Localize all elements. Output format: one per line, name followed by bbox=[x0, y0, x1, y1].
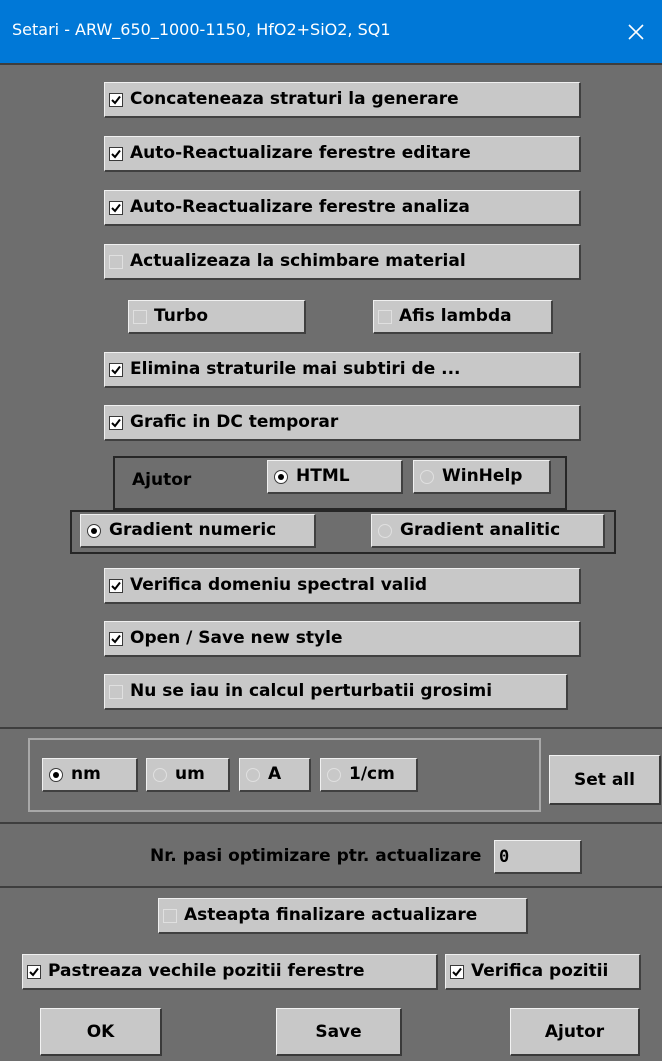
radio-circle bbox=[153, 767, 167, 782]
close-button[interactable] bbox=[610, 0, 662, 63]
checkbox-box bbox=[109, 684, 123, 699]
turbo-checkbox[interactable]: Turbo bbox=[128, 300, 306, 334]
verifica-pozitii-checkbox[interactable]: Verifica pozitii bbox=[445, 954, 641, 990]
help-html-label: HTML bbox=[296, 466, 350, 486]
unit-cm-radio[interactable]: 1/cm bbox=[320, 758, 418, 792]
set-all-button[interactable]: Set all bbox=[549, 755, 661, 805]
radio-circle bbox=[274, 469, 288, 484]
afis-lambda-label: Afis lambda bbox=[399, 306, 512, 326]
help-button[interactable]: Ajutor bbox=[510, 1008, 640, 1056]
concat-checkbox[interactable]: Concateneaza straturi la generare bbox=[104, 82, 581, 118]
checkbox-box bbox=[109, 631, 123, 646]
pastreaza-label: Pastreaza vechile pozitii ferestre bbox=[48, 961, 365, 981]
radio-dot bbox=[53, 771, 59, 778]
open-save-checkbox[interactable]: Open / Save new style bbox=[104, 621, 581, 657]
ok-button[interactable]: OK bbox=[40, 1008, 162, 1056]
unit-a-label: A bbox=[268, 764, 282, 784]
verifica-pozitii-label: Verifica pozitii bbox=[471, 961, 609, 981]
check-icon bbox=[111, 149, 121, 159]
unit-um-radio[interactable]: um bbox=[146, 758, 230, 792]
unit-nm-radio[interactable]: nm bbox=[42, 758, 138, 792]
grafic-label: Grafic in DC temporar bbox=[130, 412, 339, 432]
help-html-radio[interactable]: HTML bbox=[267, 460, 403, 494]
concat-label: Concateneaza straturi la generare bbox=[130, 89, 459, 109]
checkbox-box bbox=[109, 254, 123, 269]
checkbox-box bbox=[27, 964, 41, 979]
radio-circle bbox=[49, 767, 63, 782]
actualizeaza-checkbox[interactable]: Actualizeaza la schimbare material bbox=[104, 244, 581, 280]
help-winhelp-radio[interactable]: WinHelp bbox=[413, 460, 551, 494]
radio-dot bbox=[278, 473, 284, 480]
unit-cm-label: 1/cm bbox=[349, 764, 395, 784]
steps-input[interactable]: 0 bbox=[494, 840, 582, 874]
gradient-analitic-label: Gradient analitic bbox=[400, 520, 561, 540]
checkbox-box bbox=[109, 146, 123, 161]
auto-analiza-checkbox[interactable]: Auto-Reactualizare ferestre analiza bbox=[104, 190, 581, 226]
afis-lambda-checkbox[interactable]: Afis lambda bbox=[373, 300, 553, 334]
check-icon bbox=[111, 634, 121, 644]
verifica-domeniu-checkbox[interactable]: Verifica domeniu spectral valid bbox=[104, 568, 581, 604]
help-winhelp-label: WinHelp bbox=[442, 466, 523, 486]
checkbox-box bbox=[109, 92, 123, 107]
check-icon bbox=[111, 365, 121, 375]
unit-nm-label: nm bbox=[71, 764, 101, 784]
grafic-checkbox[interactable]: Grafic in DC temporar bbox=[104, 405, 581, 441]
steps-input-value: 0 bbox=[499, 846, 510, 867]
checkbox-box bbox=[109, 362, 123, 377]
checkbox-box bbox=[109, 578, 123, 593]
check-icon bbox=[111, 203, 121, 213]
checkbox-box bbox=[378, 309, 392, 324]
radio-circle bbox=[327, 767, 341, 782]
save-button[interactable]: Save bbox=[276, 1008, 402, 1056]
radio-circle bbox=[378, 523, 392, 538]
check-icon bbox=[452, 967, 462, 977]
perturbatii-label: Nu se iau in calcul perturbatii grosimi bbox=[130, 681, 493, 701]
verifica-domeniu-label: Verifica domeniu spectral valid bbox=[130, 575, 428, 595]
asteapta-checkbox[interactable]: Asteapta finalizare actualizare bbox=[158, 898, 528, 934]
radio-circle bbox=[87, 523, 101, 538]
unit-um-label: um bbox=[175, 764, 205, 784]
perturbatii-checkbox[interactable]: Nu se iau in calcul perturbatii grosimi bbox=[104, 674, 568, 710]
actualizeaza-label: Actualizeaza la schimbare material bbox=[130, 251, 466, 271]
pastreaza-checkbox[interactable]: Pastreaza vechile pozitii ferestre bbox=[22, 954, 438, 990]
asteapta-label: Asteapta finalizare actualizare bbox=[184, 905, 478, 925]
turbo-label: Turbo bbox=[154, 306, 209, 326]
unit-a-radio[interactable]: A bbox=[239, 758, 311, 792]
open-save-label: Open / Save new style bbox=[130, 628, 343, 648]
check-icon bbox=[111, 95, 121, 105]
gradient-numeric-label: Gradient numeric bbox=[109, 520, 277, 540]
gradient-numeric-radio[interactable]: Gradient numeric bbox=[80, 514, 316, 548]
radio-circle bbox=[246, 767, 260, 782]
check-icon bbox=[111, 581, 121, 591]
check-icon bbox=[29, 967, 39, 977]
check-icon bbox=[111, 418, 121, 428]
elimina-label: Elimina straturile mai subtiri de ... bbox=[130, 359, 461, 379]
checkbox-box bbox=[450, 964, 464, 979]
checkbox-box bbox=[109, 415, 123, 430]
checkbox-box bbox=[109, 200, 123, 215]
auto-edit-label: Auto-Reactualizare ferestre editare bbox=[130, 143, 471, 163]
radio-dot bbox=[91, 527, 97, 534]
title-bar: Setari - ARW_650_1000-1150, HfO2+SiO2, S… bbox=[0, 0, 662, 63]
auto-edit-checkbox[interactable]: Auto-Reactualizare ferestre editare bbox=[104, 136, 581, 172]
radio-circle bbox=[420, 469, 434, 484]
steps-label: Nr. pasi optimizare ptr. actualizare bbox=[150, 846, 482, 866]
auto-analiza-label: Auto-Reactualizare ferestre analiza bbox=[130, 197, 470, 217]
checkbox-box bbox=[163, 908, 177, 923]
help-format-label: Ajutor bbox=[132, 470, 192, 490]
gradient-analitic-radio[interactable]: Gradient analitic bbox=[371, 514, 605, 548]
close-icon bbox=[628, 23, 644, 40]
elimina-checkbox[interactable]: Elimina straturile mai subtiri de ... bbox=[104, 352, 581, 388]
window-title: Setari - ARW_650_1000-1150, HfO2+SiO2, S… bbox=[12, 20, 391, 39]
checkbox-box bbox=[133, 309, 147, 324]
